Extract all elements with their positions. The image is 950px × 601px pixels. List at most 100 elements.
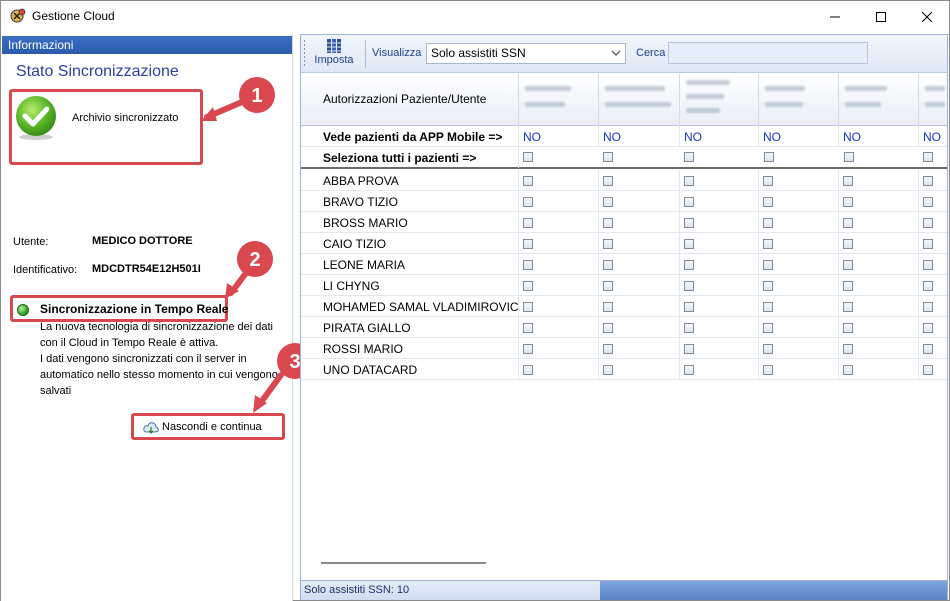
patient-permission-checkbox[interactable] (923, 344, 933, 354)
imposta-button[interactable]: Imposta (306, 37, 362, 71)
patient-permission-checkbox[interactable] (523, 323, 533, 333)
select-all-checkbox-3[interactable] (684, 152, 694, 162)
patient-name: PIRATA GIALLO (301, 317, 519, 338)
patient-permission-checkbox[interactable] (684, 176, 694, 186)
select-all-checkbox-1[interactable] (523, 152, 533, 162)
patient-permission-checkbox[interactable] (523, 197, 533, 207)
patient-permission-checkbox[interactable] (684, 365, 694, 375)
patient-permission-checkbox[interactable] (923, 260, 933, 270)
patient-permission-checkbox[interactable] (923, 218, 933, 228)
patient-permission-checkbox[interactable] (523, 344, 533, 354)
grid-header-user-3[interactable] (680, 74, 759, 126)
select-all-checkbox-5[interactable] (844, 152, 854, 162)
patient-permission-checkbox[interactable] (523, 239, 533, 249)
patient-permission-cell (919, 191, 947, 212)
patient-permission-checkbox[interactable] (603, 365, 613, 375)
patient-permission-checkbox[interactable] (763, 218, 773, 228)
maximize-button[interactable] (858, 1, 904, 32)
search-input[interactable] (668, 42, 868, 64)
view-filter-select[interactable]: Solo assistiti SSN (426, 43, 626, 64)
patient-permission-checkbox[interactable] (763, 323, 773, 333)
app-mobile-value-6[interactable]: NO (919, 126, 947, 147)
select-all-checkbox-2[interactable] (603, 152, 613, 162)
patient-permission-checkbox[interactable] (763, 344, 773, 354)
horizontal-scrollbar[interactable] (321, 562, 486, 564)
patient-permission-checkbox[interactable] (684, 239, 694, 249)
patient-permission-checkbox[interactable] (763, 197, 773, 207)
app-mobile-value-4[interactable]: NO (759, 126, 839, 147)
patient-permission-checkbox[interactable] (923, 365, 933, 375)
patient-permission-checkbox[interactable] (603, 218, 613, 228)
patient-permission-checkbox[interactable] (843, 323, 853, 333)
patient-permission-checkbox[interactable] (523, 302, 533, 312)
patient-permission-checkbox[interactable] (603, 176, 613, 186)
patient-permission-checkbox[interactable] (923, 176, 933, 186)
grid-header-user-1[interactable] (519, 74, 599, 126)
patient-permission-checkbox[interactable] (684, 260, 694, 270)
patient-permission-checkbox[interactable] (843, 302, 853, 312)
grid-header-label: Autorizzazioni Paziente/Utente (323, 92, 487, 106)
patient-permission-checkbox[interactable] (603, 323, 613, 333)
toolbar: Imposta Visualizza Solo assistiti SSN Ce… (301, 35, 947, 73)
patient-permission-cell (519, 191, 599, 212)
patient-permission-checkbox[interactable] (843, 281, 853, 291)
patient-permission-checkbox[interactable] (603, 344, 613, 354)
patient-permission-checkbox[interactable] (843, 197, 853, 207)
patient-permission-checkbox[interactable] (843, 260, 853, 270)
app-mobile-value-2[interactable]: NO (599, 126, 680, 147)
patient-permission-checkbox[interactable] (763, 302, 773, 312)
patient-permission-checkbox[interactable] (763, 176, 773, 186)
patient-permission-checkbox[interactable] (603, 302, 613, 312)
select-all-checkbox-4[interactable] (764, 152, 774, 162)
grid-header-user-5[interactable] (839, 74, 919, 126)
info-panel-header: Informazioni (2, 36, 292, 54)
patient-permission-checkbox[interactable] (684, 218, 694, 228)
patient-permission-checkbox[interactable] (603, 281, 613, 291)
patient-permission-checkbox[interactable] (923, 197, 933, 207)
patient-permission-checkbox[interactable] (603, 197, 613, 207)
patient-permission-checkbox[interactable] (523, 218, 533, 228)
patient-permission-cell (839, 254, 919, 275)
app-icon (10, 8, 26, 23)
patient-permission-cell (839, 233, 919, 254)
patient-permission-checkbox[interactable] (923, 239, 933, 249)
patient-permission-checkbox[interactable] (843, 344, 853, 354)
patient-permission-checkbox[interactable] (684, 197, 694, 207)
patient-permission-checkbox[interactable] (684, 281, 694, 291)
close-button[interactable] (904, 1, 950, 32)
patient-permission-checkbox[interactable] (763, 281, 773, 291)
archive-status-text: Archivio sincronizzato (72, 112, 179, 124)
patient-permission-checkbox[interactable] (523, 176, 533, 186)
patient-permission-checkbox[interactable] (923, 302, 933, 312)
app-mobile-value-1[interactable]: NO (519, 126, 599, 147)
patient-permission-checkbox[interactable] (923, 323, 933, 333)
patient-permission-checkbox[interactable] (523, 281, 533, 291)
patient-permission-checkbox[interactable] (603, 260, 613, 270)
patient-permission-checkbox[interactable] (684, 323, 694, 333)
patient-permission-checkbox[interactable] (523, 365, 533, 375)
minimize-button[interactable] (812, 1, 858, 32)
patient-permission-cell (919, 254, 947, 275)
patient-permission-checkbox[interactable] (603, 239, 613, 249)
patient-permission-checkbox[interactable] (843, 218, 853, 228)
app-mobile-value-5[interactable]: NO (839, 126, 919, 147)
patient-permission-checkbox[interactable] (763, 239, 773, 249)
patient-permission-checkbox[interactable] (843, 239, 853, 249)
patient-permission-checkbox[interactable] (843, 365, 853, 375)
select-all-checkbox-6[interactable] (923, 152, 933, 162)
patient-permission-checkbox[interactable] (684, 302, 694, 312)
grid-header-user-4[interactable] (759, 74, 839, 126)
app-mobile-row: Vede pazienti da APP Mobile => NO NO NO … (301, 126, 947, 147)
patient-permission-checkbox[interactable] (523, 260, 533, 270)
app-mobile-value-3[interactable]: NO (680, 126, 759, 147)
grid-header-user-2[interactable] (599, 74, 680, 126)
patient-permission-checkbox[interactable] (763, 365, 773, 375)
hide-and-continue-button[interactable]: Nascondi e continua (136, 417, 280, 436)
patient-permission-checkbox[interactable] (763, 260, 773, 270)
patient-permission-cell (919, 212, 947, 233)
patient-permission-checkbox[interactable] (684, 344, 694, 354)
grid-header-user-6[interactable] (919, 74, 947, 126)
patient-permission-checkbox[interactable] (923, 281, 933, 291)
sync-status-title: Stato Sincronizzazione (16, 63, 179, 80)
patient-permission-checkbox[interactable] (843, 176, 853, 186)
